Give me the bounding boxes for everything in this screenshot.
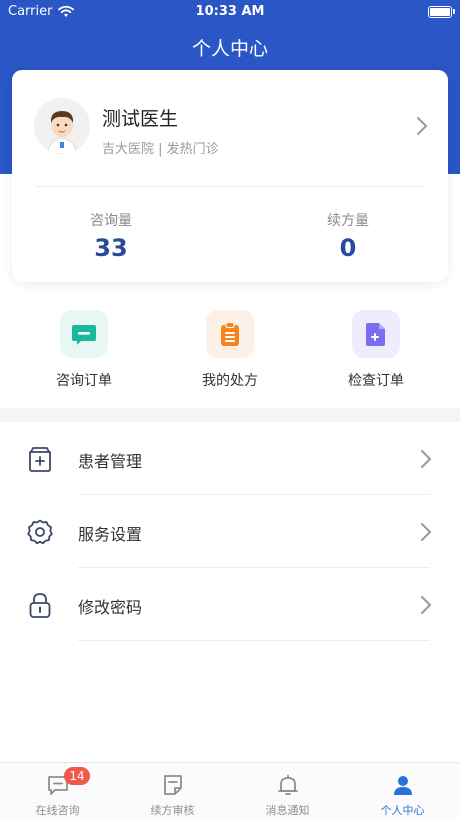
- unread-badge: 14: [64, 767, 90, 785]
- menu-item-change-password[interactable]: 修改密码: [0, 569, 460, 641]
- battery-tip: [453, 9, 455, 14]
- status-time: 10:33 AM: [195, 4, 265, 19]
- quick-action-label: 检查订单: [348, 373, 404, 389]
- doctor-name: 测试医生: [102, 108, 179, 130]
- document-plus-icon: [352, 310, 400, 358]
- chevron-right-icon: [421, 450, 431, 468]
- page-title: 个人中心: [191, 38, 268, 60]
- tab-online-consultation[interactable]: 14 在线咨询: [0, 763, 115, 819]
- tab-notifications[interactable]: 消息通知: [230, 763, 345, 819]
- stat-label: 续方量: [327, 213, 369, 229]
- tab-label: 消息通知: [265, 804, 310, 817]
- card-divider: [36, 186, 424, 187]
- status-bar: Carrier 10:33 AM: [0, 0, 460, 24]
- quick-action-label: 咨询订单: [56, 373, 112, 389]
- menu-item-service-settings[interactable]: 服务设置: [0, 496, 460, 568]
- stat-value: 33: [94, 234, 128, 262]
- clipboard-icon: [206, 310, 254, 358]
- menu-divider: [78, 640, 430, 641]
- stat-value: 0: [339, 234, 357, 262]
- menu-divider: [78, 494, 430, 495]
- chevron-right-icon: [421, 596, 431, 614]
- tab-label: 续方审核: [150, 804, 195, 817]
- menu-item-patient-management[interactable]: 患者管理: [0, 423, 460, 495]
- stat-label: 咨询量: [90, 213, 132, 229]
- note-icon: [163, 775, 182, 795]
- menu-item-label: 修改密码: [78, 598, 143, 617]
- section-divider: [0, 408, 460, 422]
- bell-icon: [277, 774, 298, 795]
- tab-personal-center[interactable]: 个人中心: [345, 763, 460, 819]
- examination-orders-button[interactable]: 检查订单: [316, 310, 436, 390]
- hospital-department: 吉大医院 | 发热门诊: [102, 142, 219, 157]
- renewal-count[interactable]: 续方量 0: [268, 210, 428, 262]
- tab-label: 个人中心: [380, 804, 425, 817]
- patient-folder-icon: [29, 447, 51, 472]
- menu-divider: [78, 567, 430, 568]
- chevron-right-icon: [421, 523, 431, 541]
- my-prescriptions-button[interactable]: 我的处方: [170, 310, 290, 390]
- avatar: [34, 98, 90, 154]
- doctor-avatar-icon: [34, 98, 90, 154]
- chat-bubble-icon: [60, 310, 108, 358]
- profile-card: 测试医生 吉大医院 | 发热门诊 咨询量 33 续方量 0: [12, 70, 448, 282]
- gear-icon: [27, 519, 53, 545]
- menu-item-label: 患者管理: [78, 452, 143, 471]
- consultation-count[interactable]: 咨询量 33: [31, 210, 191, 262]
- lock-icon: [29, 593, 51, 618]
- tab-label: 在线咨询: [35, 804, 80, 817]
- battery-icon: [428, 6, 452, 18]
- quick-action-label: 我的处方: [202, 373, 258, 389]
- menu-item-label: 服务设置: [78, 525, 143, 544]
- person-icon: [393, 776, 412, 795]
- consultation-orders-button[interactable]: 咨询订单: [24, 310, 144, 390]
- tab-bar: 14 在线咨询 续方审核 消息通知 个人中心: [0, 762, 460, 819]
- chevron-right-icon[interactable]: [416, 116, 428, 136]
- tab-prescription-review[interactable]: 续方审核: [115, 763, 230, 819]
